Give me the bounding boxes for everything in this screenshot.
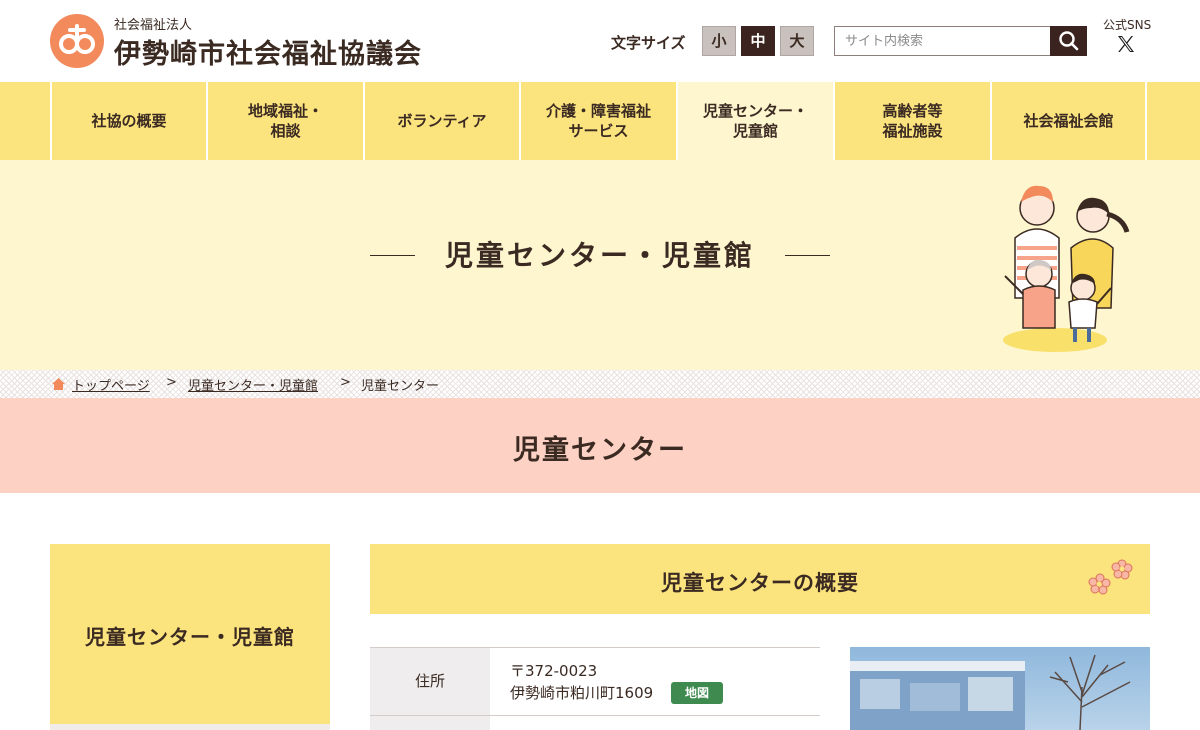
breadcrumb-current: 児童センター bbox=[361, 379, 440, 394]
global-nav: 社協の概要 地域福祉・ 相談 ボランティア 介護・障害福祉 サービス 児童センタ… bbox=[0, 82, 1200, 160]
map-button[interactable]: 地図 bbox=[671, 682, 723, 704]
breadcrumb-separator: > bbox=[166, 375, 177, 390]
font-size-large-button[interactable]: 大 bbox=[780, 26, 814, 56]
search-input[interactable] bbox=[834, 26, 1050, 56]
address-label: 住所 bbox=[370, 648, 490, 715]
breadcrumb-link-children[interactable]: 児童センター・児童館 bbox=[188, 375, 318, 394]
hero-line-right bbox=[785, 255, 830, 256]
nav-item-elderly-facilities[interactable]: 高齢者等 福祉施設 bbox=[833, 82, 990, 160]
sns-label: 公式SNS bbox=[1103, 18, 1152, 32]
x-icon[interactable] bbox=[1117, 35, 1135, 53]
search-button[interactable] bbox=[1050, 26, 1087, 56]
sidebar-menu bbox=[50, 724, 330, 730]
building-photo bbox=[850, 647, 1150, 730]
table-row bbox=[370, 716, 490, 730]
logo-icon[interactable] bbox=[50, 14, 104, 68]
font-size-small-button[interactable]: 小 bbox=[702, 26, 736, 56]
breadcrumb: トップページ > 児童センター・児童館 > 児童センター bbox=[0, 370, 1200, 398]
nav-item-welfare-hall[interactable]: 社会福祉会館 bbox=[990, 82, 1145, 160]
site-title[interactable]: 伊勢崎市社会福祉協議会 bbox=[114, 32, 422, 71]
site-header: 社会福祉法人 伊勢崎市社会福祉協議会 文字サイズ 小 中 大 公式SNS bbox=[0, 0, 1200, 82]
flower-icon bbox=[1088, 559, 1133, 595]
page-title: 児童センター bbox=[513, 435, 687, 466]
section-heading: 児童センターの概要 bbox=[370, 544, 1150, 614]
breadcrumb-separator: > bbox=[340, 375, 351, 390]
nav-item-care-services[interactable]: 介護・障害福祉 サービス bbox=[519, 82, 676, 160]
search-icon bbox=[1059, 31, 1079, 51]
postal-code: 〒372-0023 bbox=[510, 662, 598, 680]
nav-item-volunteer[interactable]: ボランティア bbox=[363, 82, 519, 160]
address-cell: 〒372-0023 伊勢崎市粕川町1609 地図 bbox=[490, 648, 820, 715]
org-type-label: 社会福祉法人 bbox=[114, 18, 193, 33]
section-title: 児童センターの概要 bbox=[661, 571, 859, 595]
nav-edge bbox=[1145, 82, 1200, 160]
nav-item-children-center[interactable]: 児童センター・ 児童館 bbox=[676, 82, 833, 160]
overview-table: 住所 〒372-0023 伊勢崎市粕川町1609 地図 bbox=[370, 647, 820, 730]
font-size-medium-button[interactable]: 中 bbox=[741, 26, 775, 56]
sidebar-title[interactable]: 児童センター・児童館 bbox=[50, 621, 330, 650]
page-title-band: 児童センター bbox=[0, 398, 1200, 493]
sidebar-heading[interactable]: 児童センター・児童館 bbox=[50, 544, 330, 724]
nav-item-community-welfare[interactable]: 地域福祉・ 相談 bbox=[206, 82, 363, 160]
address-text: 伊勢崎市粕川町1609 bbox=[510, 684, 654, 702]
font-size-label: 文字サイズ bbox=[611, 34, 686, 52]
breadcrumb-link-top[interactable]: トップページ bbox=[72, 375, 150, 394]
family-illustration bbox=[1003, 185, 1130, 352]
nav-item-overview[interactable]: 社協の概要 bbox=[50, 82, 206, 160]
home-icon bbox=[52, 378, 65, 390]
hero-banner: 児童センター・児童館 bbox=[0, 160, 1200, 370]
